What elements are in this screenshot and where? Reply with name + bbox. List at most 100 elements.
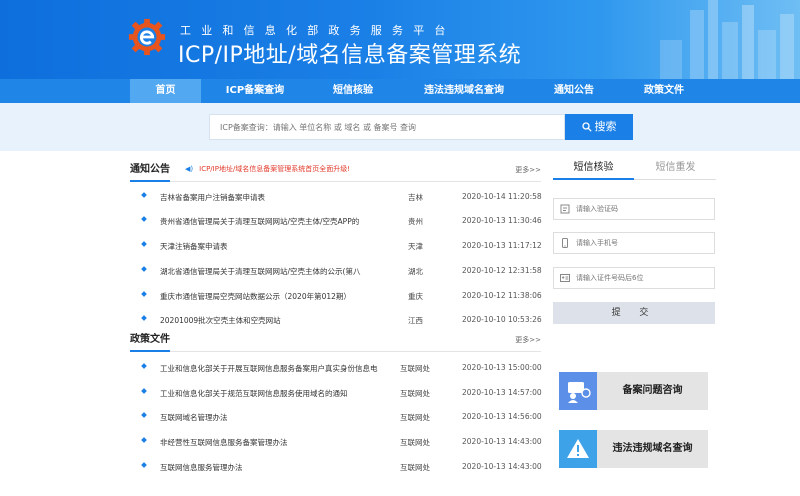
notices-header: 通知公告 ◀) ICP/IP地址/域名信息备案管理系统首页全面升级! 更多>>: [130, 162, 541, 182]
id-number-field: [553, 267, 715, 289]
policy-title-link[interactable]: 工业和信息化部关于规范互联网信息服务使用域名的通知: [160, 388, 378, 399]
notice-row: 湖北省通信管理局关于清理互联网网站/空壳主体的公示(第八 湖北 2020-10-…: [130, 258, 542, 282]
id-number-input[interactable]: [576, 268, 712, 288]
notice-title-link[interactable]: 重庆市通信管理局空壳网站数据公示（2020年第012期）: [160, 291, 378, 302]
verify-code-field: [553, 198, 715, 220]
emblem-logo: [128, 18, 166, 56]
speaker-icon: ◀): [185, 165, 194, 173]
notice-ticker-text: ICP/IP地址/域名信息备案管理系统首页全面升级!: [199, 165, 351, 173]
policy-row: 工业和信息化部关于开展互联网信息服务备案用户真实身份信息电 互联网处 2020-…: [130, 355, 542, 379]
phone-icon: [562, 238, 568, 248]
policy-dept: 互联网处: [400, 364, 430, 373]
tab-sms-resend[interactable]: 短信重发: [635, 158, 716, 180]
policies-header: 政策文件 更多>>: [130, 332, 541, 352]
notice-title-link[interactable]: 20201009批次空壳主体和空壳网站: [160, 315, 378, 326]
policy-date: 2020-10-13 15:00:00: [462, 363, 542, 372]
policy-date: 2020-10-13 14:56:00: [462, 412, 542, 421]
nav-item-illegal-domain[interactable]: 违法违规域名查询: [406, 79, 522, 103]
notice-title-link[interactable]: 天津注销备案申请表: [160, 241, 378, 252]
notice-region: 重庆: [408, 292, 423, 301]
bullet-icon: [141, 315, 147, 321]
notice-date: 2020-10-13 11:30:46: [462, 216, 542, 225]
notice-region: 天津: [408, 242, 423, 251]
warning-icon: [567, 439, 589, 458]
notice-region: 吉林: [408, 193, 423, 202]
bullet-icon: [141, 388, 147, 394]
notice-row: 贵州省通信管理局关于清理互联网网站/空壳主体/空壳APP的 贵州 2020-10…: [130, 208, 542, 232]
nav-item-home[interactable]: 首页: [130, 79, 201, 103]
notice-row: 重庆市通信管理局空壳网站数据公示（2020年第012期） 重庆 2020-10-…: [130, 283, 542, 307]
policy-title-link[interactable]: 工业和信息化部关于开展互联网信息服务备案用户真实身份信息电: [160, 363, 378, 374]
search-button[interactable]: 搜索: [565, 114, 633, 140]
illegal-domain-query-button[interactable]: 违法违规域名查询: [559, 430, 708, 468]
notice-row: 20201009批次空壳主体和空壳网站 江西 2020-10-10 10:53:…: [130, 307, 542, 331]
policy-row: 互联网域名管理办法 互联网处 2020-10-13 14:56:00: [130, 404, 542, 428]
search-input[interactable]: [209, 114, 565, 140]
policy-dept: 互联网处: [400, 463, 430, 472]
notices-title: 通知公告: [130, 162, 170, 182]
site-title: ICP/IP地址/域名信息备案管理系统: [178, 43, 522, 68]
bullet-icon: [141, 437, 147, 443]
search-band: 搜索: [0, 103, 800, 151]
notice-date: 2020-10-10 10:53:26: [462, 315, 542, 324]
consult-icon-box: [559, 372, 597, 410]
illegal-domain-query-label: 违法违规域名查询: [612, 443, 693, 454]
faq-consult-button[interactable]: 备案问题咨询: [559, 372, 708, 410]
main-nav: 首页 ICP备案查询 短信核验 违法违规域名查询 通知公告 政策文件: [0, 79, 800, 103]
policy-dept: 互联网处: [400, 438, 430, 447]
notice-region: 江西: [408, 316, 423, 325]
notice-date: 2020-10-14 11:20:58: [462, 192, 542, 201]
bullet-icon: [141, 291, 147, 297]
consult-icon: [568, 382, 591, 403]
id-card-icon: [560, 274, 570, 282]
verify-code-input[interactable]: [576, 199, 712, 219]
sms-tabs: 短信核验 短信重发: [553, 158, 716, 180]
site-header: 工业和信息化部政务服务平台 ICP/IP地址/域名信息备案管理系统: [0, 0, 800, 79]
bullet-icon: [141, 462, 147, 468]
policy-title-link[interactable]: 互联网域名管理办法: [160, 412, 378, 423]
notice-title-link[interactable]: 吉林省备案用户注销备案申请表: [160, 192, 378, 203]
nav-item-notices[interactable]: 通知公告: [532, 79, 616, 103]
notice-date: 2020-10-12 12:31:58: [462, 266, 542, 275]
notice-ticker[interactable]: ◀) ICP/IP地址/域名信息备案管理系统首页全面升级!: [185, 164, 350, 174]
verify-code-icon: [560, 204, 570, 214]
submit-button[interactable]: 提 交: [553, 302, 715, 324]
phone-field: [553, 232, 715, 254]
policy-date: 2020-10-13 14:43:00: [462, 462, 542, 471]
policies-more-link[interactable]: 更多>>: [515, 335, 541, 345]
phone-input[interactable]: [576, 233, 712, 253]
bullet-icon: [141, 266, 147, 272]
notice-title-link[interactable]: 贵州省通信管理局关于清理互联网网站/空壳主体/空壳APP的: [160, 216, 378, 227]
policy-dept: 互联网处: [400, 413, 430, 422]
nav-item-policies[interactable]: 政策文件: [626, 79, 702, 103]
notice-date: 2020-10-13 11:17:12: [462, 241, 542, 250]
policy-title-link[interactable]: 非经营性互联网信息服务备案管理办法: [160, 437, 378, 448]
policy-row: 互联网信息服务管理办法 互联网处 2020-10-13 14:43:00: [130, 454, 542, 478]
bullet-icon: [141, 192, 147, 198]
notice-region: 贵州: [408, 217, 423, 226]
search-button-label: 搜索: [594, 120, 617, 133]
policies-title: 政策文件: [130, 332, 170, 352]
notice-title-link[interactable]: 湖北省通信管理局关于清理互联网网站/空壳主体的公示(第八: [160, 266, 378, 277]
policy-date: 2020-10-13 14:43:00: [462, 437, 542, 446]
policy-date: 2020-10-13 14:57:00: [462, 388, 542, 397]
search-icon: [581, 122, 592, 132]
policy-row: 非经营性互联网信息服务备案管理办法 互联网处 2020-10-13 14:43:…: [130, 429, 542, 453]
policy-row: 工业和信息化部关于规范互联网信息服务使用域名的通知 互联网处 2020-10-1…: [130, 380, 542, 404]
nav-item-sms-verify[interactable]: 短信核验: [310, 79, 396, 103]
policy-title-link[interactable]: 互联网信息服务管理办法: [160, 462, 378, 473]
nav-item-icp-query[interactable]: ICP备案查询: [210, 79, 300, 103]
notices-more-link[interactable]: 更多>>: [515, 165, 541, 175]
notice-date: 2020-10-12 11:38:06: [462, 291, 542, 300]
notice-row: 吉林省备案用户注销备案申请表 吉林 2020-10-14 11:20:58: [130, 184, 542, 208]
bullet-icon: [141, 363, 147, 369]
tab-sms-verify[interactable]: 短信核验: [553, 158, 634, 180]
bullet-icon: [141, 412, 147, 418]
warning-icon-box: [559, 430, 597, 468]
skyline-decoration: [660, 0, 794, 79]
policy-dept: 互联网处: [400, 389, 430, 398]
bullet-icon: [141, 216, 147, 222]
notice-region: 湖北: [408, 267, 423, 276]
bullet-icon: [141, 241, 147, 247]
faq-consult-label: 备案问题咨询: [622, 385, 683, 396]
